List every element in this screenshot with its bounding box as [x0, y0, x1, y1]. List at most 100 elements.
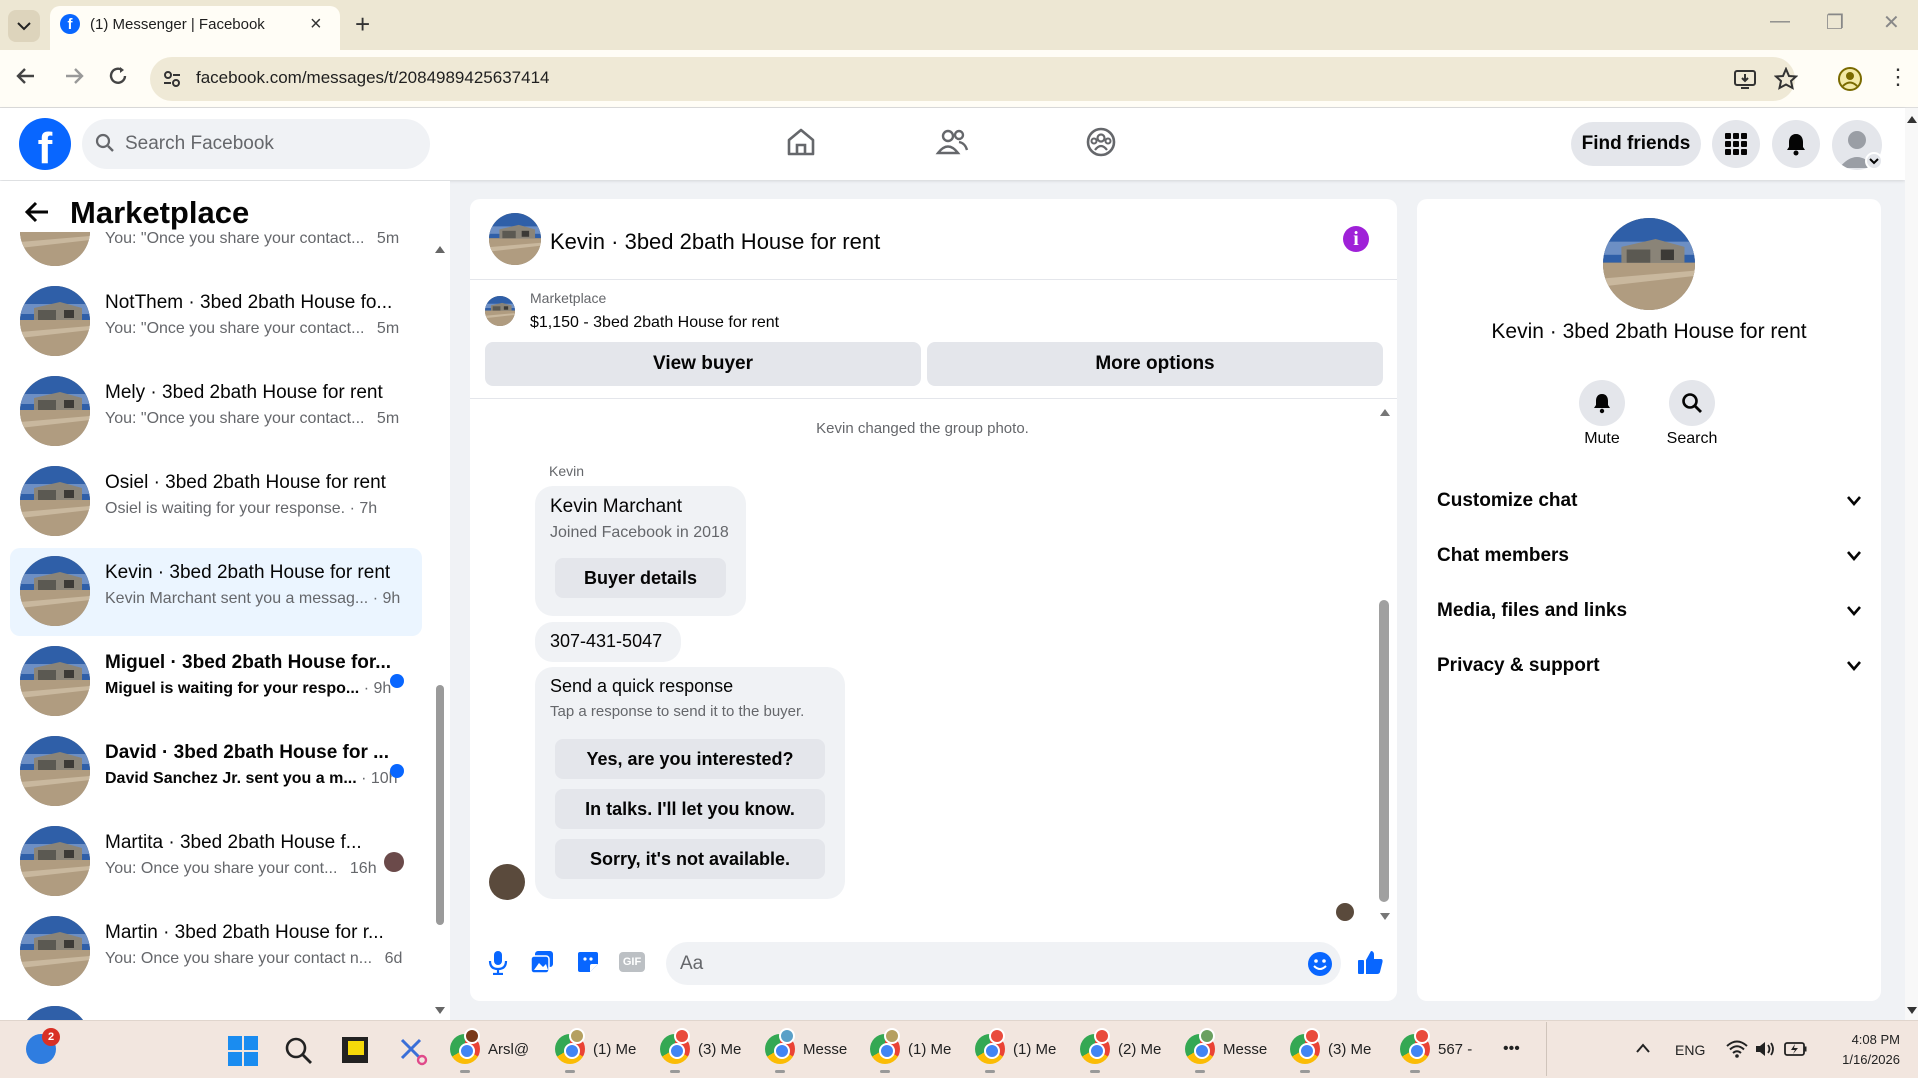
- bookmark-star-icon[interactable]: [1774, 67, 1798, 91]
- site-info-icon[interactable]: [162, 69, 182, 89]
- notifications-button[interactable]: [1772, 120, 1820, 168]
- chat-scrollbar[interactable]: [1379, 600, 1389, 902]
- widgets-icon[interactable]: 2: [26, 1028, 60, 1064]
- snipping-tool-icon[interactable]: [398, 1036, 428, 1066]
- listing-title[interactable]: $1,150 - 3bed 2bath House for rent: [530, 314, 779, 332]
- facebook-favicon-icon: f: [60, 14, 80, 34]
- taskbar-chrome-window[interactable]: (3) Me: [660, 1028, 750, 1073]
- taskbar-chrome-window[interactable]: Messe: [1185, 1028, 1275, 1073]
- quick-reply-button[interactable]: In talks. I'll let you know.: [555, 789, 825, 829]
- taskbar-chrome-window[interactable]: (3) Me: [1290, 1028, 1380, 1073]
- find-friends-button[interactable]: Find friends: [1571, 122, 1701, 166]
- clock-date[interactable]: 1/16/2026: [1820, 1052, 1900, 1067]
- list-item[interactable]: Miguel · 3bed 2bath House for... Miguel …: [10, 638, 422, 726]
- list-item[interactable]: Martita · 3bed 2bath House f... You: Onc…: [10, 818, 422, 906]
- taskbar-chrome-window[interactable]: 567 -: [1400, 1028, 1490, 1073]
- avatar: [20, 232, 90, 266]
- list-item[interactable]: [10, 998, 422, 1020]
- more-options-button[interactable]: More options: [927, 342, 1383, 386]
- taskbar-chrome-window[interactable]: Arsl@: [450, 1028, 540, 1073]
- taskbar-search-icon[interactable]: [285, 1037, 313, 1065]
- taskbar-chrome-window[interactable]: (2) Me: [1080, 1028, 1170, 1073]
- customize-chat-section[interactable]: Customize chat: [1437, 490, 1577, 512]
- sticky-notes-icon[interactable]: [342, 1037, 368, 1063]
- like-icon[interactable]: [1356, 948, 1384, 976]
- view-buyer-button[interactable]: View buyer: [485, 342, 921, 386]
- restore-icon[interactable]: ❐: [1826, 10, 1844, 35]
- forward-icon[interactable]: [62, 64, 86, 88]
- taskbar-chrome-window[interactable]: Messe: [765, 1028, 855, 1073]
- taskbar-label: (2) Me: [1118, 1041, 1162, 1058]
- buyer-details-button[interactable]: Buyer details: [555, 558, 726, 598]
- profile-icon[interactable]: [1837, 66, 1863, 92]
- chevron-down-icon[interactable]: [1846, 550, 1862, 562]
- chat-members-section[interactable]: Chat members: [1437, 545, 1569, 567]
- phone-message: 307-431-5047: [550, 631, 663, 651]
- details-avatar[interactable]: [1603, 218, 1695, 310]
- account-chevron-icon[interactable]: [1865, 152, 1883, 170]
- list-item[interactable]: David · 3bed 2bath House for ... David S…: [10, 728, 422, 816]
- scroll-up-icon[interactable]: [434, 244, 446, 254]
- close-window-icon[interactable]: ✕: [1883, 10, 1900, 35]
- emoji-icon[interactable]: [1307, 951, 1333, 977]
- quick-reply-button[interactable]: Yes, are you interested?: [555, 739, 825, 779]
- taskbar-more-icon[interactable]: •••: [1503, 1040, 1520, 1058]
- tab-close-icon[interactable]: ×: [310, 13, 322, 36]
- back-arrow-icon[interactable]: [24, 199, 50, 225]
- mute-button[interactable]: [1579, 380, 1625, 426]
- listing-source: Marketplace: [530, 290, 607, 306]
- sticker-icon[interactable]: [575, 949, 601, 975]
- menu-grid-button[interactable]: [1712, 120, 1760, 168]
- facebook-logo[interactable]: f: [19, 118, 71, 170]
- info-icon[interactable]: i: [1343, 226, 1369, 252]
- clock-time[interactable]: 4:08 PM: [1820, 1032, 1900, 1047]
- volume-icon[interactable]: [1754, 1040, 1776, 1058]
- avatar: [20, 286, 90, 356]
- taskbar-chrome-window[interactable]: (1) Me: [975, 1028, 1065, 1073]
- wifi-icon[interactable]: [1726, 1040, 1748, 1058]
- list-item-active[interactable]: Kevin · 3bed 2bath House for rent Kevin …: [10, 548, 422, 636]
- page-scroll-down-icon[interactable]: [1906, 1006, 1918, 1016]
- taskbar-chrome-window[interactable]: (1) Me: [870, 1028, 960, 1073]
- windows-start-icon[interactable]: [228, 1036, 258, 1066]
- back-icon[interactable]: [14, 64, 38, 88]
- media-files-section[interactable]: Media, files and links: [1437, 600, 1627, 622]
- privacy-support-section[interactable]: Privacy & support: [1437, 655, 1600, 677]
- friends-icon[interactable]: [935, 126, 969, 158]
- reload-icon[interactable]: [106, 64, 130, 88]
- new-tab-icon[interactable]: +: [355, 9, 370, 40]
- list-item[interactable]: You: "Once you share your contact... 5m: [10, 232, 422, 276]
- minimize-icon[interactable]: —: [1770, 10, 1790, 33]
- chevron-down-icon[interactable]: [1846, 660, 1862, 672]
- tab-search-button[interactable]: [8, 10, 40, 42]
- microphone-icon[interactable]: [487, 949, 509, 975]
- browser-menu-icon[interactable]: ⋮: [1887, 64, 1909, 90]
- search-conversation-button[interactable]: [1669, 380, 1715, 426]
- chevron-down-icon[interactable]: [1846, 605, 1862, 617]
- search-icon: [1682, 393, 1702, 413]
- show-hidden-icons-icon[interactable]: [1635, 1042, 1651, 1054]
- chat-title[interactable]: Kevin · 3bed 2bath House for rent: [550, 229, 880, 255]
- scroll-down-icon[interactable]: [434, 1006, 446, 1016]
- list-item[interactable]: Martin · 3bed 2bath House for r... You: …: [10, 908, 422, 996]
- chat-scroll-up-icon[interactable]: [1379, 407, 1391, 417]
- language-indicator[interactable]: ENG: [1675, 1042, 1705, 1058]
- battery-icon[interactable]: [1784, 1041, 1808, 1057]
- page-scrollbar[interactable]: [1905, 108, 1918, 1020]
- gif-icon[interactable]: GIF: [619, 952, 645, 972]
- photo-icon[interactable]: [529, 949, 555, 975]
- chat-scroll-down-icon[interactable]: [1379, 912, 1391, 922]
- chevron-down-icon[interactable]: [1846, 495, 1862, 507]
- taskbar-chrome-window[interactable]: (1) Me: [555, 1028, 645, 1073]
- groups-icon[interactable]: [1085, 126, 1117, 158]
- list-item[interactable]: Mely · 3bed 2bath House for rent You: "O…: [10, 368, 422, 456]
- page-scroll-up-icon[interactable]: [1906, 114, 1918, 124]
- home-icon[interactable]: [785, 126, 817, 158]
- list-item[interactable]: Osiel · 3bed 2bath House for rent Osiel …: [10, 458, 422, 546]
- install-app-icon[interactable]: [1733, 68, 1757, 90]
- quick-reply-button[interactable]: Sorry, it's not available.: [555, 839, 825, 879]
- message-input[interactable]: [666, 942, 1341, 985]
- sidebar-scrollbar[interactable]: [436, 685, 444, 925]
- list-item[interactable]: NotThem · 3bed 2bath House fo... You: "O…: [10, 278, 422, 366]
- chat-avatar[interactable]: [489, 213, 541, 265]
